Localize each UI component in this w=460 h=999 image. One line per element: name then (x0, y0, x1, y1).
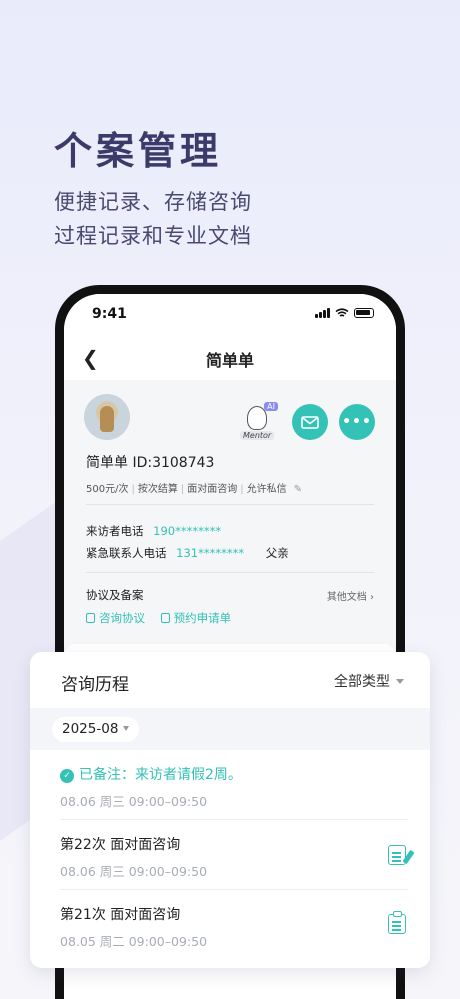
client-name-id: 简单单 ID:3108743 (86, 455, 215, 471)
signal-icon (315, 308, 330, 318)
check-circle-icon: ✓ (60, 769, 74, 783)
client-tags: 500元/次 | 按次结算 | 面对面咨询 | 允许私信 ✎ (86, 484, 303, 495)
document-icon (160, 613, 170, 623)
pencil-icon[interactable]: ✎ (294, 484, 302, 495)
agreement-doc-link[interactable]: 咨询协议 (86, 611, 145, 625)
emergency-phone-label: 紧急联系人电话 (86, 546, 167, 560)
tag-mode: 面对面咨询 (187, 484, 238, 495)
appointment-doc-link[interactable]: 预约申请单 (160, 611, 232, 625)
ai-badge: AI (264, 402, 278, 411)
emergency-phone-value[interactable]: 131******** (176, 546, 244, 560)
caret-down-icon (396, 679, 404, 684)
history-record-note[interactable]: ✓ 已备注：来访者请假2周。 08.06 周三 09:00–09:50 (60, 764, 408, 810)
doc-links: 咨询协议 预约申请单 (86, 610, 243, 626)
chevron-left-icon[interactable]: ❮ (82, 346, 99, 370)
divider (86, 504, 374, 505)
other-docs-label: 其他文档 (326, 592, 367, 603)
record-title: 第21次 面对面咨询 (60, 907, 181, 923)
tag-price: 500元/次 (86, 484, 129, 495)
divider (60, 889, 408, 890)
visitor-phone-value[interactable]: 190******** (153, 524, 221, 538)
history-record-21[interactable]: 第21次 面对面咨询 08.05 周二 09:00–09:50 (60, 904, 408, 950)
history-title: 咨询历程 (61, 675, 129, 695)
history-header: 咨询历程 全部类型 (30, 652, 430, 708)
tag-dm: 允许私信 (246, 484, 287, 495)
type-filter-dropdown[interactable]: 全部类型 (334, 671, 404, 691)
record-note-text: 已备注：来访者请假2周。 (79, 767, 242, 783)
divider (86, 572, 374, 573)
agreement-title: 协议及备案 (86, 588, 144, 602)
clipboard-icon[interactable] (388, 911, 406, 934)
history-record-22[interactable]: 第22次 面对面咨询 08.06 周三 09:00–09:50 (60, 834, 408, 880)
emergency-relation: 父亲 (265, 546, 289, 560)
month-selector[interactable]: 2025-08 (52, 717, 140, 742)
record-time: 08.05 周二 09:00–09:50 (60, 934, 208, 949)
mentor-ai-icon[interactable]: AI Mentor (240, 402, 278, 440)
battery-icon (354, 308, 374, 318)
edit-note-icon[interactable] (388, 845, 406, 865)
record-title: 第22次 面对面咨询 (60, 837, 181, 853)
wifi-icon (335, 308, 349, 317)
month-label: 2025-08 (62, 721, 119, 737)
status-icons (315, 308, 374, 318)
agreement-doc-label: 咨询协议 (99, 611, 145, 625)
history-card: 咨询历程 全部类型 2025-08 ✓ 已备注：来访者请假2周。 08.06 周三… (30, 652, 430, 968)
nav-title: 简单单 (205, 351, 254, 370)
document-icon (86, 613, 95, 623)
status-time: 9:41 (92, 306, 127, 322)
promo-subline-1: 便捷记录、存储咨询 (54, 190, 252, 214)
mentor-tag: Mentor (240, 431, 275, 440)
month-bar: 2025-08 (30, 708, 430, 750)
promo-headline: 个案管理 (54, 129, 223, 173)
message-button[interactable] (292, 404, 328, 440)
caret-down-icon (123, 726, 130, 731)
emergency-phone-row: 紧急联系人电话 131******** 父亲 (86, 545, 289, 561)
tag-settlement: 按次结算 (137, 484, 178, 495)
record-title: ✓ 已备注：来访者请假2周。 (60, 764, 408, 784)
record-time: 08.06 周三 09:00–09:50 (60, 864, 208, 879)
chevron-right-icon: › (370, 592, 374, 603)
avatar[interactable] (84, 394, 130, 440)
visitor-phone-label: 来访者电话 (86, 524, 144, 538)
visitor-phone-row: 来访者电话 190******** (86, 523, 221, 539)
type-filter-label: 全部类型 (334, 674, 390, 690)
more-icon: ••• (342, 414, 372, 430)
divider (60, 819, 408, 820)
appointment-doc-label: 预约申请单 (173, 611, 232, 625)
record-time: 08.06 周三 09:00–09:50 (60, 794, 208, 809)
more-button[interactable]: ••• (339, 404, 375, 440)
status-bar: 9:41 (64, 294, 396, 334)
other-docs-link[interactable]: 其他文档 › (327, 588, 374, 603)
nav-bar: ❮ 简单单 (64, 334, 396, 380)
promo-subline-2: 过程记录和专业文档 (54, 224, 252, 248)
mail-icon (301, 415, 319, 429)
